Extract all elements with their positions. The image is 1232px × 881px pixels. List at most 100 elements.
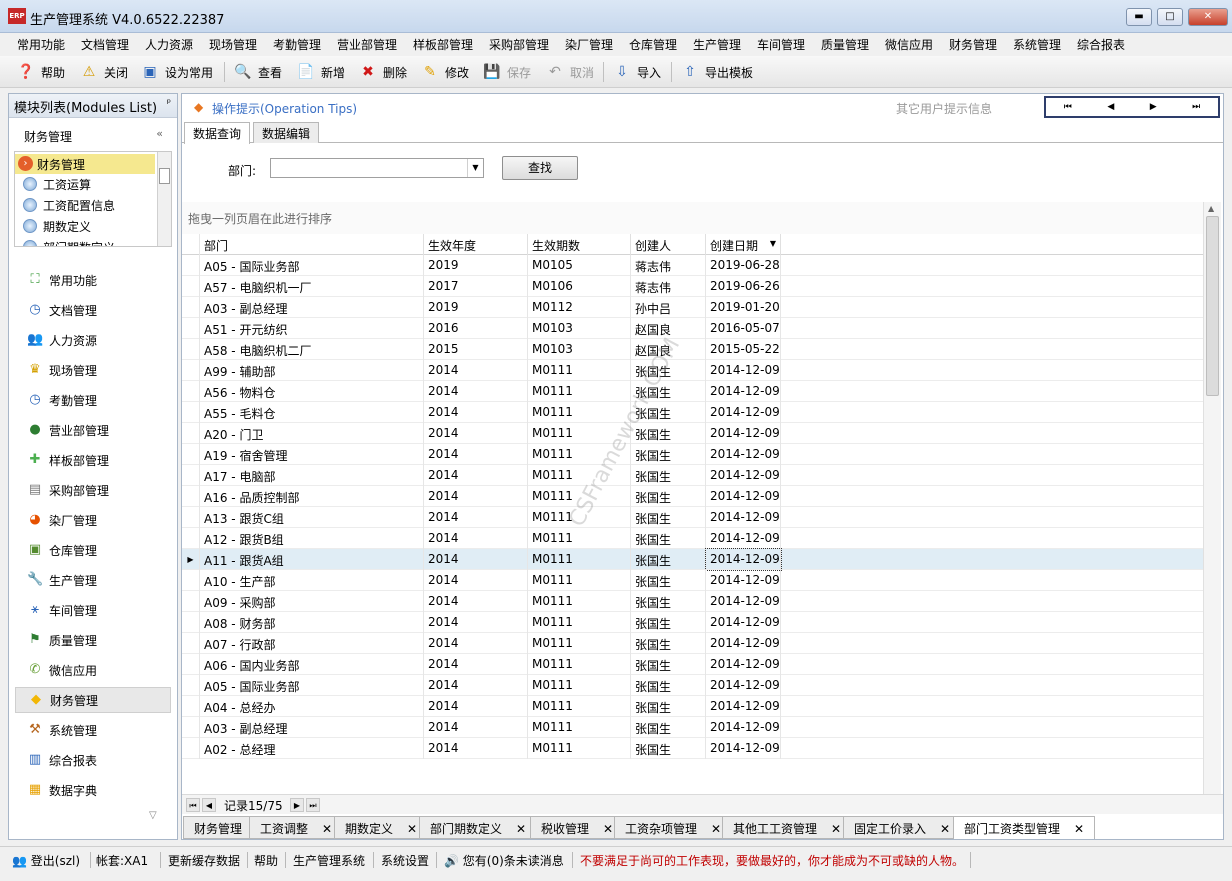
close-tab-icon[interactable]: ✕ [940, 822, 950, 836]
table-row[interactable]: A10 - 生产部 2014 M0111 张国生 2014-12-09 [182, 570, 1203, 591]
cell-date[interactable]: 2014-12-09 [706, 612, 781, 633]
menu-sales[interactable]: 营业部管理 [337, 36, 397, 53]
cell-date[interactable]: 2014-12-09 [706, 423, 781, 444]
header-creator[interactable]: 创建人 [631, 234, 706, 255]
btab-fixed-price[interactable]: 固定工价录入 ✕ [843, 816, 962, 839]
next-record-button[interactable]: ▶ [1150, 102, 1157, 112]
help-button[interactable]: ❓ 帮助 [16, 60, 65, 84]
cell-year[interactable]: 2014 [424, 381, 528, 402]
cell-date[interactable]: 2014-12-09 [706, 738, 781, 759]
menu-quality[interactable]: 质量管理 [821, 36, 869, 53]
nav-hr[interactable]: 👥 人力资源 [15, 327, 171, 353]
cell-year[interactable]: 2019 [424, 255, 528, 276]
status-help-button[interactable]: 帮助 [254, 852, 278, 869]
cell-year[interactable]: 2014 [424, 633, 528, 654]
menu-documents[interactable]: 文档管理 [81, 36, 129, 53]
cell-date[interactable]: 2014-12-09 [706, 507, 781, 528]
grid-vertical-scrollbar[interactable]: ▲ [1203, 202, 1221, 802]
cell-department[interactable]: A20 - 门卫 [200, 423, 424, 444]
cell-date[interactable]: 2014-12-09 [706, 717, 781, 738]
cell-date[interactable]: 2014-12-09 [706, 528, 781, 549]
cell-period[interactable]: M0103 [528, 318, 631, 339]
nav-system[interactable]: ⚒ 系统管理 [15, 717, 171, 743]
tab-data-edit[interactable]: 数据编辑 [253, 122, 320, 143]
close-button[interactable]: ⚠ 关闭 [79, 60, 128, 84]
cell-date[interactable]: 2014-12-09 [706, 591, 781, 612]
tree-scrollbar[interactable] [157, 152, 171, 246]
table-row[interactable]: A03 - 副总经理 2019 M0112 孙中吕 2019-01-20 [182, 297, 1203, 318]
cell-period[interactable]: M0111 [528, 696, 631, 717]
close-tab-icon[interactable]: ✕ [1074, 822, 1084, 836]
cell-year[interactable]: 2014 [424, 486, 528, 507]
cell-period[interactable]: M0111 [528, 612, 631, 633]
add-button[interactable]: 📄 新增 [296, 60, 345, 84]
cell-department[interactable]: A09 - 采购部 [200, 591, 424, 612]
cell-period[interactable]: M0111 [528, 591, 631, 612]
cell-department[interactable]: A57 - 电脑织机一厂 [200, 276, 424, 297]
cell-department[interactable]: A05 - 国际业务部 [200, 255, 424, 276]
set-common-button[interactable]: ▣ 设为常用 [140, 60, 213, 84]
cell-year[interactable]: 2017 [424, 276, 528, 297]
table-row[interactable]: A12 - 跟货B组 2014 M0111 张国生 2014-12-09 [182, 528, 1203, 549]
cell-date[interactable]: 2014-12-09 [706, 633, 781, 654]
cell-year[interactable]: 2014 [424, 654, 528, 675]
table-row[interactable]: A13 - 跟货C组 2014 M0111 张国生 2014-12-09 [182, 507, 1203, 528]
cell-year[interactable]: 2014 [424, 402, 528, 423]
btab-period-def[interactable]: 期数定义 ✕ [334, 816, 429, 839]
system-settings-button[interactable]: 系统设置 [381, 852, 429, 869]
tree-scroll-thumb[interactable] [159, 168, 170, 184]
cell-department[interactable]: A08 - 财务部 [200, 612, 424, 633]
menu-warehouse[interactable]: 仓库管理 [629, 36, 677, 53]
cell-creator[interactable]: 张国生 [631, 570, 706, 591]
menu-workshop[interactable]: 车间管理 [757, 36, 805, 53]
menu-dyeing[interactable]: 染厂管理 [565, 36, 613, 53]
nav-site[interactable]: ♛ 现场管理 [15, 357, 171, 383]
cell-year[interactable]: 2014 [424, 423, 528, 444]
cell-date[interactable]: 2014-12-09 [706, 486, 781, 507]
cell-department[interactable]: A13 - 跟货C组 [200, 507, 424, 528]
cell-period[interactable]: M0111 [528, 738, 631, 759]
nav-finance[interactable]: ◆ 财务管理 [15, 687, 171, 713]
cell-department[interactable]: A02 - 总经理 [200, 738, 424, 759]
nav-first-button[interactable]: ⏮ [186, 798, 200, 812]
btab-salary-adjust[interactable]: 工资调整 ✕ [249, 816, 344, 839]
cell-period[interactable]: M0111 [528, 381, 631, 402]
nav-purchase[interactable]: ▤ 采购部管理 [15, 477, 171, 503]
cell-creator[interactable]: 张国生 [631, 612, 706, 633]
menu-hr[interactable]: 人力资源 [145, 36, 193, 53]
cell-creator[interactable]: 张国生 [631, 738, 706, 759]
menu-wechat[interactable]: 微信应用 [885, 36, 933, 53]
nav-workshop[interactable]: ⚹ 车间管理 [15, 597, 171, 623]
close-tab-icon[interactable]: ✕ [516, 822, 526, 836]
cell-period[interactable]: M0111 [528, 360, 631, 381]
cell-date[interactable]: 2014-12-09 [706, 360, 781, 381]
delete-button[interactable]: ✖ 删除 [358, 60, 407, 84]
table-row[interactable]: A02 - 总经理 2014 M0111 张国生 2014-12-09 [182, 738, 1203, 759]
cell-date[interactable]: 2016-05-07 [706, 318, 781, 339]
cell-year[interactable]: 2014 [424, 675, 528, 696]
menu-system[interactable]: 系统管理 [1013, 36, 1061, 53]
header-department[interactable]: 部门 [200, 234, 424, 255]
cell-date[interactable]: 2014-12-09 [706, 696, 781, 717]
cell-creator[interactable]: 蒋志伟 [631, 255, 706, 276]
nav-sample[interactable]: ✚ 样板部管理 [15, 447, 171, 473]
find-button[interactable]: 查找 [502, 156, 578, 180]
cell-creator[interactable]: 张国生 [631, 696, 706, 717]
menu-production[interactable]: 生产管理 [693, 36, 741, 53]
cell-period[interactable]: M0111 [528, 549, 631, 570]
cell-creator[interactable]: 张国生 [631, 633, 706, 654]
menu-attendance[interactable]: 考勤管理 [273, 36, 321, 53]
cell-department[interactable]: A58 - 电脑织机二厂 [200, 339, 424, 360]
nav-last-button[interactable]: ⏭ [306, 798, 320, 812]
cell-year[interactable]: 2015 [424, 339, 528, 360]
cell-date[interactable]: 2015-05-22 [706, 339, 781, 360]
cell-department[interactable]: A10 - 生产部 [200, 570, 424, 591]
tree-item-period-def[interactable]: 期数定义 [43, 218, 91, 235]
tree-item-salary-config[interactable]: 工资配置信息 [43, 197, 115, 214]
cell-creator[interactable]: 张国生 [631, 507, 706, 528]
cell-date[interactable]: 2014-12-09 [706, 444, 781, 465]
refresh-cache-button[interactable]: 更新缓存数据 [168, 852, 240, 869]
operation-tips-link[interactable]: 操作提示(Operation Tips) [212, 100, 357, 117]
cell-department[interactable]: A04 - 总经办 [200, 696, 424, 717]
cell-creator[interactable]: 张国生 [631, 465, 706, 486]
